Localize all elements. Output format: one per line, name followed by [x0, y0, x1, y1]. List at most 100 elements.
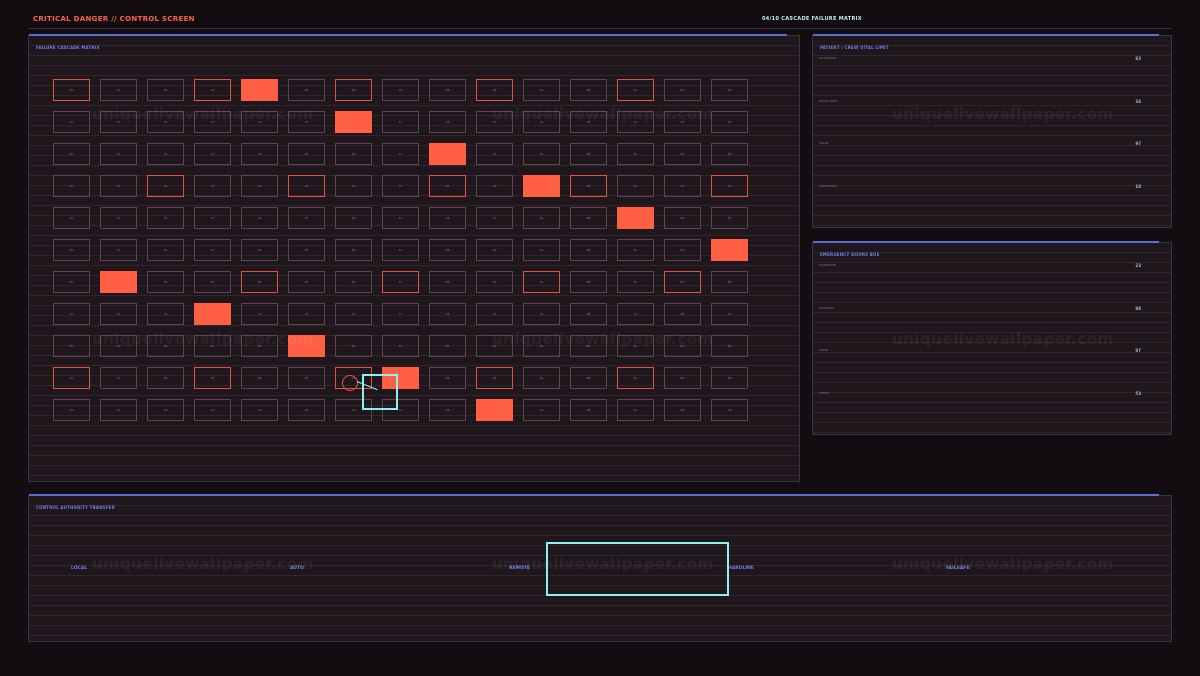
matrix-cell-31[interactable]: 31	[100, 175, 137, 197]
selection-cursor-box[interactable]	[362, 374, 398, 410]
matrix-cell-61[interactable]: 61	[100, 271, 137, 293]
matrix-cell-95[interactable]: 95	[288, 367, 325, 389]
matrix-cell-35[interactable]: 35	[288, 175, 325, 197]
matrix-cell-68[interactable]: 68	[429, 271, 466, 293]
matrix-cell-04[interactable]: 04	[241, 79, 278, 101]
matrix-cell-9E[interactable]: 9E	[711, 367, 748, 389]
matrix-cell-30[interactable]: 30	[53, 175, 90, 197]
matrix-cell-3A[interactable]: 3A	[523, 175, 560, 197]
matrix-cell-2D[interactable]: 2D	[664, 143, 701, 165]
matrix-cell-70[interactable]: 70	[53, 303, 90, 325]
matrix-cell-18[interactable]: 18	[429, 111, 466, 133]
matrix-cell-1E[interactable]: 1E	[711, 111, 748, 133]
matrix-cell-77[interactable]: 77	[382, 303, 419, 325]
matrix-cell-A1[interactable]: A1	[100, 399, 137, 421]
matrix-cell-6A[interactable]: 6A	[523, 271, 560, 293]
matrix-cell-76[interactable]: 76	[335, 303, 372, 325]
matrix-cell-48[interactable]: 48	[429, 207, 466, 229]
matrix-cell-91[interactable]: 91	[100, 367, 137, 389]
matrix-cell-69[interactable]: 69	[476, 271, 513, 293]
matrix-cell-51[interactable]: 51	[100, 239, 137, 261]
matrix-cell-36[interactable]: 36	[335, 175, 372, 197]
matrix-cell-54[interactable]: 54	[241, 239, 278, 261]
matrix-cell-67[interactable]: 67	[382, 271, 419, 293]
matrix-cell-22[interactable]: 22	[147, 143, 184, 165]
matrix-cell-4E[interactable]: 4E	[711, 207, 748, 229]
matrix-cell-46[interactable]: 46	[335, 207, 372, 229]
matrix-cell-06[interactable]: 06	[335, 79, 372, 101]
matrix-cell-57[interactable]: 57	[382, 239, 419, 261]
matrix-cell-3E[interactable]: 3E	[711, 175, 748, 197]
authority-local[interactable]: LOCAL	[71, 566, 87, 571]
matrix-cell-A9[interactable]: A9	[476, 399, 513, 421]
matrix-cell-7B[interactable]: 7B	[570, 303, 607, 325]
matrix-cell-4B[interactable]: 4B	[570, 207, 607, 229]
matrix-cell-53[interactable]: 53	[194, 239, 231, 261]
matrix-cell-0A[interactable]: 0A	[523, 79, 560, 101]
matrix-cell-80[interactable]: 80	[53, 335, 90, 357]
matrix-cell-A0[interactable]: A0	[53, 399, 90, 421]
matrix-cell-49[interactable]: 49	[476, 207, 513, 229]
matrix-cell-64[interactable]: 64	[241, 271, 278, 293]
matrix-cell-20[interactable]: 20	[53, 143, 90, 165]
matrix-cell-78[interactable]: 78	[429, 303, 466, 325]
matrix-cell-37[interactable]: 37	[382, 175, 419, 197]
matrix-cell-7A[interactable]: 7A	[523, 303, 560, 325]
matrix-cell-0B[interactable]: 0B	[570, 79, 607, 101]
matrix-cell-28[interactable]: 28	[429, 143, 466, 165]
matrix-cell-4D[interactable]: 4D	[664, 207, 701, 229]
matrix-cell-05[interactable]: 05	[288, 79, 325, 101]
matrix-cell-2C[interactable]: 2C	[617, 143, 654, 165]
matrix-cell-66[interactable]: 66	[335, 271, 372, 293]
matrix-cell-AE[interactable]: AE	[711, 399, 748, 421]
matrix-cell-88[interactable]: 88	[429, 335, 466, 357]
matrix-cell-25[interactable]: 25	[288, 143, 325, 165]
matrix-cell-24[interactable]: 24	[241, 143, 278, 165]
matrix-cell-5C[interactable]: 5C	[617, 239, 654, 261]
matrix-cell-8E[interactable]: 8E	[711, 335, 748, 357]
matrix-cell-08[interactable]: 08	[429, 79, 466, 101]
matrix-cell-42[interactable]: 42	[147, 207, 184, 229]
matrix-cell-7E[interactable]: 7E	[711, 303, 748, 325]
matrix-cell-AD[interactable]: AD	[664, 399, 701, 421]
matrix-cell-2A[interactable]: 2A	[523, 143, 560, 165]
matrix-cell-3B[interactable]: 3B	[570, 175, 607, 197]
matrix-cell-43[interactable]: 43	[194, 207, 231, 229]
matrix-cell-58[interactable]: 58	[429, 239, 466, 261]
matrix-cell-27[interactable]: 27	[382, 143, 419, 165]
matrix-cell-9C[interactable]: 9C	[617, 367, 654, 389]
matrix-cell-6D[interactable]: 6D	[664, 271, 701, 293]
matrix-cell-62[interactable]: 62	[147, 271, 184, 293]
matrix-cell-93[interactable]: 93	[194, 367, 231, 389]
matrix-cell-9A[interactable]: 9A	[523, 367, 560, 389]
matrix-cell-50[interactable]: 50	[53, 239, 90, 261]
matrix-cell-0E[interactable]: 0E	[711, 79, 748, 101]
matrix-cell-41[interactable]: 41	[100, 207, 137, 229]
matrix-cell-75[interactable]: 75	[288, 303, 325, 325]
matrix-cell-6B[interactable]: 6B	[570, 271, 607, 293]
matrix-cell-59[interactable]: 59	[476, 239, 513, 261]
matrix-cell-5A[interactable]: 5A	[523, 239, 560, 261]
matrix-cell-3C[interactable]: 3C	[617, 175, 654, 197]
matrix-cell-74[interactable]: 74	[241, 303, 278, 325]
matrix-cell-A3[interactable]: A3	[194, 399, 231, 421]
matrix-cell-29[interactable]: 29	[476, 143, 513, 165]
matrix-cell-34[interactable]: 34	[241, 175, 278, 197]
matrix-cell-A4[interactable]: A4	[241, 399, 278, 421]
matrix-cell-AB[interactable]: AB	[570, 399, 607, 421]
matrix-cell-39[interactable]: 39	[476, 175, 513, 197]
matrix-cell-09[interactable]: 09	[476, 79, 513, 101]
matrix-cell-0D[interactable]: 0D	[664, 79, 701, 101]
matrix-cell-5D[interactable]: 5D	[664, 239, 701, 261]
matrix-cell-98[interactable]: 98	[429, 367, 466, 389]
matrix-cell-55[interactable]: 55	[288, 239, 325, 261]
matrix-cell-3D[interactable]: 3D	[664, 175, 701, 197]
matrix-cell-2B[interactable]: 2B	[570, 143, 607, 165]
matrix-cell-17[interactable]: 17	[382, 111, 419, 133]
matrix-cell-56[interactable]: 56	[335, 239, 372, 261]
matrix-cell-45[interactable]: 45	[288, 207, 325, 229]
matrix-cell-10[interactable]: 10	[53, 111, 90, 133]
matrix-cell-71[interactable]: 71	[100, 303, 137, 325]
matrix-cell-26[interactable]: 26	[335, 143, 372, 165]
matrix-cell-AA[interactable]: AA	[523, 399, 560, 421]
